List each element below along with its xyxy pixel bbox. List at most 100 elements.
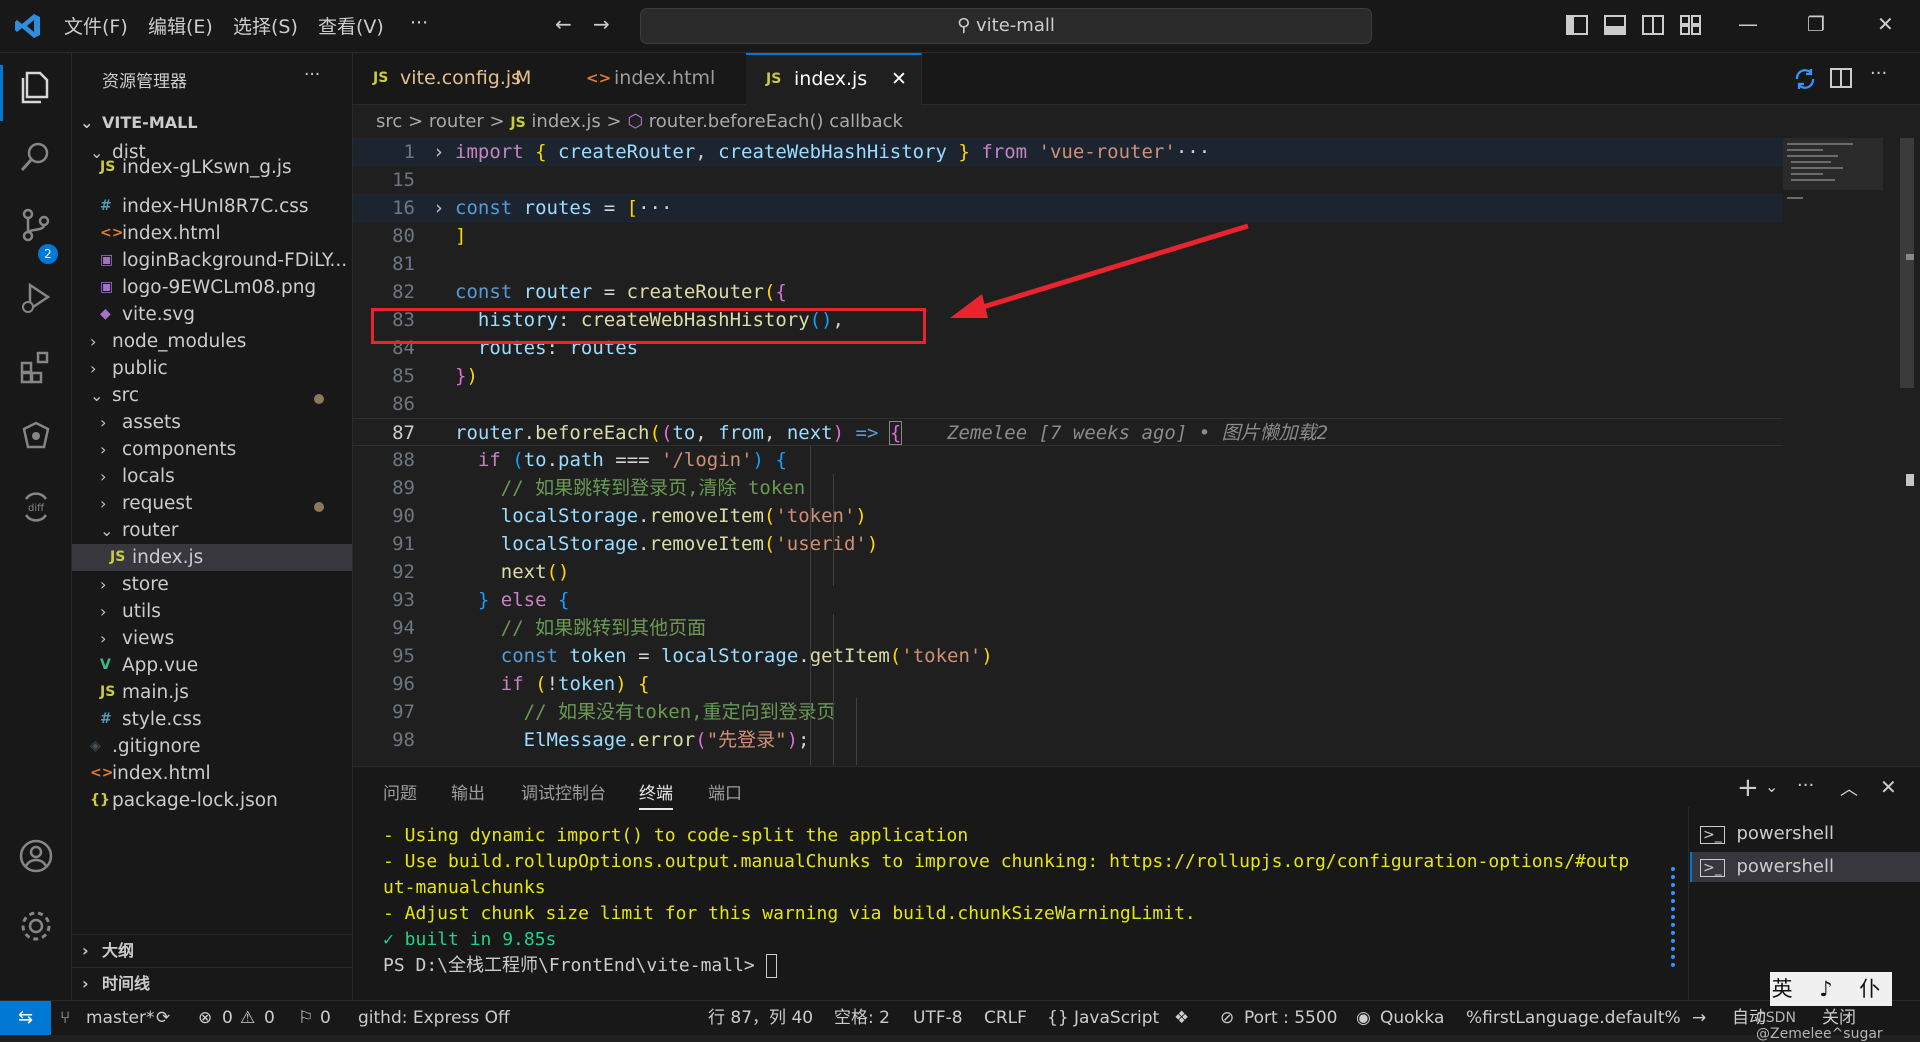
settings-gear-icon[interactable] <box>18 908 54 944</box>
indentation[interactable]: 空格: 2 <box>834 1001 890 1035</box>
tree-folder[interactable]: › locals <box>72 463 352 490</box>
toggle-secondary-sidebar-icon[interactable] <box>1642 15 1664 35</box>
breadcrumb-router[interactable]: router <box>429 111 484 132</box>
tree-file[interactable]: <> index.html <box>72 760 352 787</box>
chevron-right-icon[interactable]: › <box>433 194 444 222</box>
tree-folder[interactable]: ⌄ src <box>72 382 352 409</box>
extensions-icon[interactable] <box>18 349 54 385</box>
error-count[interactable]: 0 <box>222 1001 233 1035</box>
line-ending[interactable]: CRLF <box>984 1001 1027 1035</box>
tree-file[interactable]: ▣ loginBackground-FDiLY... <box>72 247 352 274</box>
menu-view[interactable]: 查看(V) <box>318 12 384 39</box>
tree-file[interactable]: JS main.js <box>72 679 352 706</box>
vscode-logo-icon[interactable] <box>14 12 42 40</box>
tree-file[interactable]: # style.css <box>72 706 352 733</box>
timeline-section[interactable]: › 时间线 <box>72 967 352 1000</box>
chevron-down-icon[interactable]: ⌄ <box>1765 777 1778 796</box>
toggle-panel-icon[interactable] <box>1604 15 1626 35</box>
error-icon[interactable]: ⊗ <box>198 1001 212 1035</box>
tree-folder[interactable]: › views <box>72 625 352 652</box>
close-tab-icon[interactable]: ✕ <box>891 55 907 103</box>
ime-indicator[interactable]: 英 ♪ 仆 <box>1770 972 1892 1006</box>
command-center-search[interactable]: ⚲ vite-mall <box>640 8 1372 44</box>
more-actions-icon[interactable]: ··· <box>1797 775 1814 796</box>
git-graph-icon[interactable] <box>18 419 54 455</box>
copilot-icon[interactable]: ❖ <box>1174 1001 1189 1035</box>
live-server-port[interactable]: Port : 5500 <box>1244 1001 1338 1035</box>
tab-output[interactable]: 输出 <box>451 779 485 804</box>
git-branch[interactable]: master* <box>86 1001 154 1035</box>
terminal-prompt[interactable]: PS D:\全栈工程师\FrontEnd\vite-mall> <box>383 953 1693 979</box>
tree-file[interactable]: ◆ vite.svg <box>72 301 352 328</box>
sync-icon[interactable] <box>1793 67 1817 91</box>
tree-folder[interactable]: ⌄ router <box>72 517 352 544</box>
minimize-icon[interactable]: — <box>1738 12 1758 36</box>
tree-file[interactable]: # index-HUnI8R7C.css <box>72 193 352 220</box>
warning-count[interactable]: 0 <box>264 1001 275 1035</box>
terminal-instance-powershell[interactable]: >_ powershell <box>1690 819 1920 849</box>
menu-file[interactable]: 文件(F) <box>64 12 128 39</box>
source-control-icon[interactable] <box>18 207 54 243</box>
breadcrumb-file[interactable]: index.js <box>531 111 600 132</box>
tree-folder[interactable]: › utils <box>72 598 352 625</box>
workspace-root[interactable]: ⌄ VITE-MALL <box>72 106 352 139</box>
tree-folder[interactable]: › assets <box>72 409 352 436</box>
tab-ports[interactable]: 端口 <box>708 779 742 804</box>
ports-icon[interactable]: ⚐ <box>298 1001 313 1035</box>
remote-indicator-icon[interactable]: ⇆ <box>0 1001 51 1035</box>
breadcrumb-src[interactable]: src <box>376 111 402 132</box>
menu-selection[interactable]: 选择(S) <box>233 12 298 39</box>
language-mode[interactable]: JavaScript <box>1074 1001 1159 1035</box>
first-language-status[interactable]: %firstLanguage.default% <box>1466 1001 1681 1035</box>
restore-icon[interactable]: ❐ <box>1807 12 1825 36</box>
menu-edit[interactable]: 编辑(E) <box>148 12 213 39</box>
outline-section[interactable]: › 大纲 <box>72 934 352 967</box>
split-editor-icon[interactable] <box>1830 68 1852 88</box>
ports-count[interactable]: 0 <box>320 1001 331 1035</box>
run-debug-icon[interactable] <box>18 279 54 315</box>
explorer-icon[interactable] <box>18 69 54 105</box>
explorer-more-button[interactable]: ··· <box>304 65 320 85</box>
tree-folder[interactable]: › store <box>72 571 352 598</box>
githd-status[interactable]: githd: Express Off <box>358 1001 510 1035</box>
more-actions-icon[interactable]: ··· <box>1870 63 1887 84</box>
menu-more[interactable]: ··· <box>410 12 428 34</box>
tree-file[interactable]: <> index.html <box>72 220 352 247</box>
breadcrumb-symbol[interactable]: router.beforeEach() callback <box>649 111 903 132</box>
tree-folder[interactable]: › request <box>72 490 352 517</box>
arrow-right-icon[interactable]: → <box>1692 1001 1706 1035</box>
tree-file[interactable]: V App.vue <box>72 652 352 679</box>
forward-arrow-icon[interactable]: → <box>593 12 610 36</box>
tree-folder[interactable]: › public <box>72 355 352 382</box>
tab-terminal[interactable]: 终端 <box>639 779 673 810</box>
remote-diff-icon[interactable]: diff <box>18 489 54 525</box>
tab-problems[interactable]: 问题 <box>383 779 417 804</box>
account-icon[interactable] <box>18 838 54 874</box>
search-icon[interactable] <box>18 139 54 175</box>
quokka-status[interactable]: Quokka <box>1380 1001 1444 1035</box>
terminal-instance-powershell[interactable]: >_ powershell <box>1690 852 1920 882</box>
chevron-right-icon[interactable]: › <box>433 138 444 166</box>
close-window-icon[interactable]: ✕ <box>1877 12 1894 36</box>
tree-file[interactable]: ◈ .gitignore <box>72 733 352 760</box>
tree-folder[interactable]: › node_modules <box>72 328 352 355</box>
toggle-primary-sidebar-icon[interactable] <box>1566 15 1588 35</box>
tree-file[interactable]: JS index.js <box>72 544 352 571</box>
new-terminal-plus-icon[interactable]: + <box>1737 773 1759 803</box>
sync-icon[interactable]: ⟳ <box>156 1001 170 1035</box>
tab-index-html[interactable]: <> index.html <box>566 53 747 104</box>
cursor-position[interactable]: 行 87，列 40 <box>708 1001 813 1035</box>
close-panel-icon[interactable]: ✕ <box>1880 775 1897 799</box>
back-arrow-icon[interactable]: ← <box>555 12 572 36</box>
customize-layout-icon[interactable] <box>1680 15 1702 35</box>
tree-file[interactable]: {} package-lock.json <box>72 787 352 814</box>
editor-scrollbar[interactable] <box>1900 138 1914 388</box>
maximize-panel-icon[interactable]: ︿ <box>1840 775 1858 801</box>
encoding[interactable]: UTF-8 <box>913 1001 963 1035</box>
tree-folder[interactable]: › components <box>72 436 352 463</box>
minimap[interactable] <box>1783 138 1883 765</box>
tab-index-js[interactable]: JS index.js ✕ <box>746 53 922 105</box>
tab-debug-console[interactable]: 调试控制台 <box>521 779 606 804</box>
tree-file[interactable]: JS index-gLKswn_g.js <box>72 154 352 181</box>
tree-file[interactable]: ▣ logo-9EWCLm08.png <box>72 274 352 301</box>
